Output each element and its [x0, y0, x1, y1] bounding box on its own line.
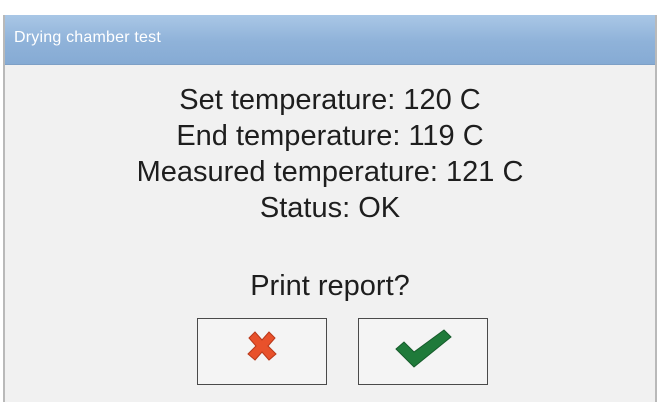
cancel-button[interactable]	[197, 318, 327, 385]
dialog-content: Set temperature: 120 C End temperature: …	[5, 65, 655, 304]
dialog-titlebar: Drying chamber test	[5, 15, 655, 65]
measured-temperature-text: Measured temperature: 121 C	[136, 156, 524, 188]
print-report-prompt: Print report?	[250, 270, 410, 302]
end-temperature-text: End temperature: 119 C	[176, 120, 484, 152]
set-temperature-text: Set temperature: 120 C	[179, 84, 481, 116]
screen: Drying chamber test Set temperature: 120…	[0, 0, 670, 402]
dialog-window: Drying chamber test Set temperature: 120…	[3, 15, 657, 402]
cross-icon	[247, 331, 277, 361]
dialog-title: Drying chamber test	[14, 29, 161, 46]
checkmark-icon	[395, 329, 452, 368]
status-text: Status: OK	[259, 192, 401, 224]
confirm-button[interactable]	[358, 318, 488, 385]
